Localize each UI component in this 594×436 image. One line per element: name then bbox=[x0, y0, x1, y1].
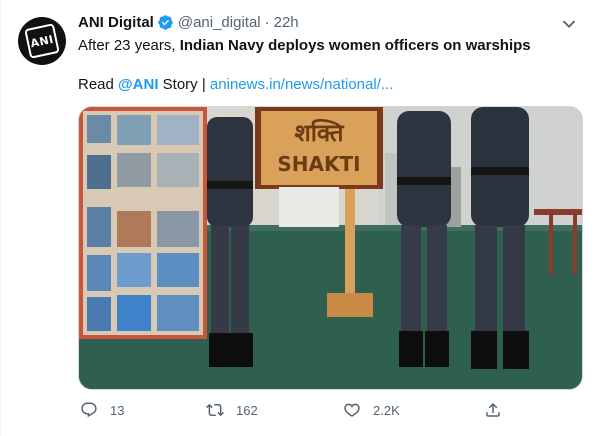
tweet-text-prefix: After 23 years, bbox=[78, 37, 180, 54]
share-icon bbox=[486, 402, 500, 417]
handle[interactable]: @ani_digital bbox=[178, 14, 261, 31]
tweet-media-image[interactable]: शक्ति SHAKTI bbox=[78, 106, 583, 390]
tweet-text-headline: Indian Navy deploys women officers on wa… bbox=[179, 37, 531, 54]
separator-dot: · bbox=[264, 14, 270, 31]
share-button[interactable] bbox=[484, 401, 514, 419]
avatar-logo-text: ANI bbox=[29, 32, 55, 50]
tweet-read-line: Read @ANI Story | aninews.in/news/nation… bbox=[78, 75, 393, 95]
display-name[interactable]: ANI Digital bbox=[78, 14, 154, 31]
like-count: 2.2K bbox=[373, 402, 400, 418]
tweet-text: After 23 years, Indian Navy deploys wome… bbox=[78, 36, 531, 56]
heart-icon bbox=[344, 403, 360, 417]
article-link[interactable]: aninews.in/news/national/... bbox=[210, 76, 393, 93]
like-button[interactable]: 2.2K bbox=[343, 401, 400, 419]
read-prefix: Read bbox=[78, 76, 119, 93]
mention-link[interactable]: @ANI bbox=[118, 76, 158, 93]
timestamp[interactable]: 22h bbox=[274, 14, 299, 31]
ani-logo: ANI bbox=[24, 23, 60, 59]
retweet-icon bbox=[206, 403, 224, 417]
media-sign-hindi: शक्ति bbox=[294, 119, 344, 147]
verified-badge-icon bbox=[158, 15, 173, 30]
reply-icon bbox=[81, 402, 97, 418]
read-suffix: Story | bbox=[158, 76, 210, 93]
more-options-icon[interactable] bbox=[558, 12, 580, 34]
reply-button[interactable]: 13 bbox=[80, 401, 124, 419]
media-illustration: शक्ति SHAKTI bbox=[79, 107, 582, 389]
avatar[interactable]: ANI bbox=[18, 17, 66, 65]
media-sign-english: SHAKTI bbox=[277, 152, 360, 176]
tweet-card[interactable]: ANI ANI Digital @ani_digital · 22h After… bbox=[0, 0, 594, 436]
retweet-button[interactable]: 162 bbox=[206, 401, 258, 419]
retweet-count: 162 bbox=[236, 402, 258, 418]
reply-count: 13 bbox=[110, 402, 125, 418]
tweet-actions: 13 162 2.2K bbox=[78, 401, 518, 425]
tweet-header: ANI Digital @ani_digital · 22h bbox=[78, 14, 299, 31]
